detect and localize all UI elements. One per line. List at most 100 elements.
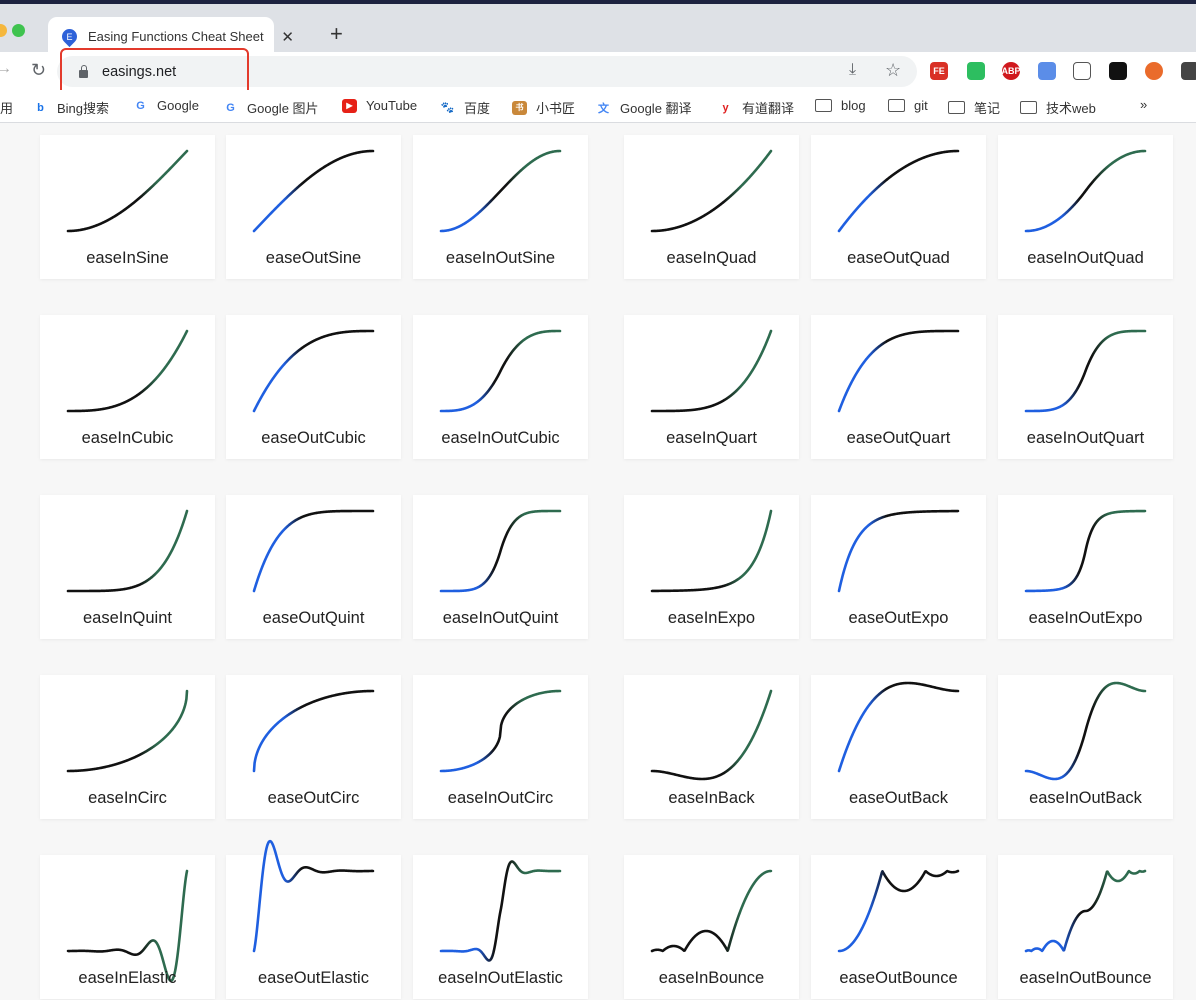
easing-curve-line: [650, 149, 773, 233]
bookmark-10[interactable]: git: [888, 98, 928, 113]
easing-curve-line: [439, 149, 562, 233]
easing-name: easeInQuad: [666, 249, 757, 267]
easing-card-easeInExpo[interactable]: easeInExpo: [624, 495, 799, 639]
easing-curve-line: [837, 681, 960, 773]
close-tab-icon[interactable]: ✕: [281, 28, 294, 46]
easing-curve-line: [837, 869, 960, 953]
easing-card-easeInOutCirc[interactable]: easeInOutCirc: [413, 675, 588, 819]
easing-card-easeOutCirc[interactable]: easeOutCirc: [226, 675, 401, 819]
easing-curve-line: [66, 329, 189, 413]
reload-icon[interactable]: ↻: [31, 60, 46, 81]
adblock-icon[interactable]: ABP: [1002, 62, 1021, 80]
easing-curve-line: [439, 860, 562, 962]
bookmark-label: Google 翻译: [620, 101, 692, 116]
tampermonkey-icon[interactable]: [1109, 62, 1127, 80]
easing-name: easeInCubic: [81, 429, 174, 447]
easing-card-easeInOutQuart[interactable]: easeInOutQuart: [998, 315, 1173, 459]
easing-card-easeOutQuad[interactable]: easeOutQuad: [811, 135, 986, 279]
easing-card-easeInOutElastic[interactable]: easeInOutElastic: [413, 855, 588, 999]
bookmark-9[interactable]: blog: [815, 98, 866, 113]
easing-card-easeOutBounce[interactable]: easeOutBounce: [811, 855, 986, 999]
bookmark-label: YouTube: [366, 98, 418, 113]
google-icon: G: [136, 99, 145, 112]
easing-card-easeOutQuint[interactable]: easeOutQuint: [226, 495, 401, 639]
easing-name: easeInOutSine: [445, 249, 556, 267]
easing-card-easeOutBack[interactable]: easeOutBack: [811, 675, 986, 819]
easing-card-easeOutCubic[interactable]: easeOutCubic: [226, 315, 401, 459]
bookmark-0[interactable]: 用: [0, 98, 13, 117]
bookmark-label: 笔记: [974, 101, 1001, 116]
easing-name: easeOutBounce: [839, 969, 958, 987]
baidu-icon: 🐾: [440, 102, 455, 114]
bookmark-3[interactable]: G Google 图片: [223, 98, 319, 117]
easing-card-easeInOutCubic[interactable]: easeInOutCubic: [413, 315, 588, 459]
bookmark-label: Google 图片: [247, 101, 319, 116]
bookmark-star-icon[interactable]: ☆: [885, 60, 901, 81]
easing-card-easeInOutExpo[interactable]: easeInOutExpo: [998, 495, 1173, 639]
url-highlight-box: [60, 48, 249, 96]
install-icon[interactable]: ⤓: [849, 61, 856, 79]
bookmark-4[interactable]: ▶ YouTube: [342, 98, 417, 113]
bookmark-11[interactable]: 笔记: [948, 98, 1000, 117]
easing-name: easeInOutCubic: [441, 429, 560, 447]
fe-icon[interactable]: FE: [930, 62, 948, 80]
easing-curve-line: [66, 689, 189, 773]
easing-curve-line: [252, 689, 375, 773]
bookmark-6[interactable]: 书小书匠: [512, 98, 575, 117]
easing-card-easeInQuad[interactable]: easeInQuad: [624, 135, 799, 279]
easing-card-easeOutElastic[interactable]: easeOutElastic: [226, 839, 401, 999]
easing-name: easeInQuart: [666, 429, 757, 447]
evernote-icon[interactable]: [967, 62, 985, 80]
bookmark-label: blog: [841, 98, 866, 113]
easing-name: easeInOutQuart: [1026, 429, 1145, 447]
puzzle-icon[interactable]: [1181, 62, 1196, 80]
easing-name: easeInOutCirc: [447, 789, 554, 807]
easing-name: easeOutQuart: [846, 429, 951, 447]
easing-card-easeInCirc[interactable]: easeInCirc: [40, 675, 215, 819]
bookmark-8[interactable]: y 有道翻译: [718, 98, 794, 117]
easing-card-easeInOutQuint[interactable]: easeInOutQuint: [413, 495, 588, 639]
bookmark-12[interactable]: 技术web: [1020, 98, 1096, 117]
easing-name: easeInCirc: [88, 789, 167, 807]
bookmark-7[interactable]: 文 Google 翻译: [596, 98, 692, 117]
easing-name: easeInOutBounce: [1019, 969, 1152, 987]
easing-card-easeInSine[interactable]: easeInSine: [40, 135, 215, 279]
easing-name: easeOutQuint: [262, 609, 365, 627]
easing-curve-line: [650, 329, 773, 413]
easing-card-easeInElastic[interactable]: easeInElastic: [40, 855, 215, 999]
easing-curve-line: [837, 329, 960, 413]
easing-name: easeOutBack: [848, 789, 949, 807]
maximize-window-button[interactable]: [12, 24, 25, 37]
easing-card-easeInCubic[interactable]: easeInCubic: [40, 315, 215, 459]
easing-card-easeInBack[interactable]: easeInBack: [624, 675, 799, 819]
minimize-window-button[interactable]: [0, 24, 7, 37]
easing-card-easeInBounce[interactable]: easeInBounce: [624, 855, 799, 999]
easing-card-easeInQuint[interactable]: easeInQuint: [40, 495, 215, 639]
easing-card-easeInOutBounce[interactable]: easeInOutBounce: [998, 855, 1173, 999]
new-tab-button[interactable]: +: [330, 21, 343, 47]
bookmarks-more-button[interactable]: »: [1140, 97, 1147, 112]
bookmark-label: 有道翻译: [742, 101, 795, 116]
easing-card-easeOutQuart[interactable]: easeOutQuart: [811, 315, 986, 459]
easing-card-easeInOutBack[interactable]: easeInOutBack: [998, 675, 1173, 819]
search-ext-icon[interactable]: [1038, 62, 1056, 80]
easing-card-easeInOutQuad[interactable]: easeInOutQuad: [998, 135, 1173, 279]
forward-icon[interactable]: →: [0, 60, 12, 78]
bookmark-2[interactable]: G Google: [133, 98, 199, 113]
easing-card-easeInOutSine[interactable]: easeInOutSine: [413, 135, 588, 279]
folder-icon: [1020, 101, 1037, 114]
xiaoshujiang-icon: 书: [512, 100, 527, 115]
orange-ext-icon[interactable]: [1145, 62, 1163, 80]
easing-card-easeInQuart[interactable]: easeInQuart: [624, 315, 799, 459]
easing-curve-line: [252, 149, 375, 233]
bookmark-5[interactable]: 🐾 百度: [440, 98, 490, 117]
easing-card-easeOutExpo[interactable]: easeOutExpo: [811, 495, 986, 639]
easing-card-easeOutSine[interactable]: easeOutSine: [226, 135, 401, 279]
bookmark-label: Google: [157, 98, 199, 113]
bookmark-1[interactable]: b Bing搜索: [33, 98, 109, 117]
tv-icon[interactable]: [1073, 62, 1091, 80]
bookmark-label: 技术web: [1046, 101, 1096, 116]
easing-curve-line: [650, 509, 773, 593]
folder-icon: [815, 99, 832, 112]
easing-curve-line: [252, 329, 375, 413]
